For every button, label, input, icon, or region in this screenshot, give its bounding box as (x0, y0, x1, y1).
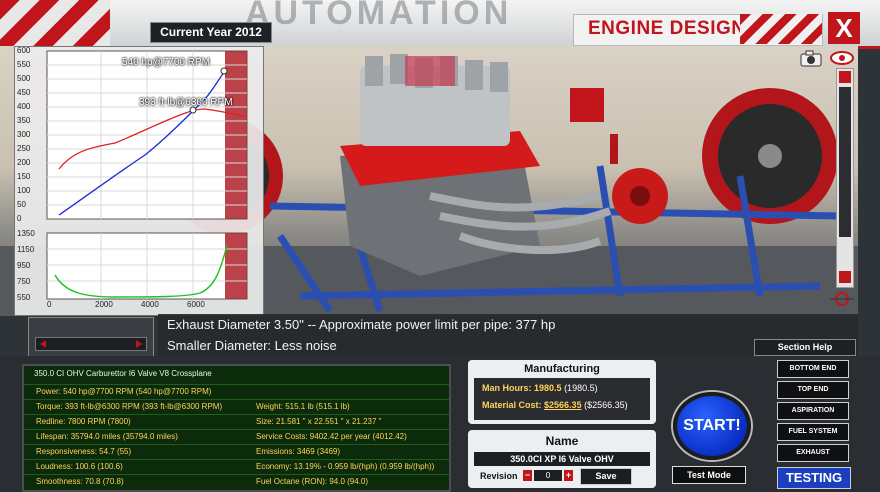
nav-button-aspiration[interactable]: ASPIRATION (777, 402, 849, 420)
scroll-down-arrow-icon[interactable] (839, 271, 851, 283)
manufacturing-title: Manufacturing (524, 363, 600, 375)
y-tick-label: 1150 (17, 245, 35, 254)
revision-decrement-button[interactable]: − (523, 470, 532, 481)
man-hours-paren: (1980.5) (564, 383, 598, 393)
name-title: Name (545, 434, 579, 448)
spec-row: Power: 540 hp@7700 RPM (540 hp@7700 RPM) (24, 384, 449, 397)
x-tick-label: 0 (47, 300, 52, 309)
spec-left-value: Loudness: 100.6 (100.6) (36, 462, 123, 471)
y-tick-label: 50 (17, 200, 26, 209)
spec-right-value: Size: 21.581 " x 22.551 " x 21.237 " (256, 417, 382, 426)
nav-button-bottom-end[interactable]: BOTTOM END (777, 360, 849, 378)
spec-row: Lifespan: 35794.0 miles (35794.0 miles) S… (24, 429, 449, 442)
spec-row: Smoothness: 70.8 (70.8) Fuel Octane (RON)… (24, 474, 449, 487)
y-tick-label: 500 (17, 74, 31, 83)
spec-left-value: Smoothness: 70.8 (70.8) (36, 477, 124, 486)
info-line-2: Smaller Diameter: Less noise (167, 338, 337, 353)
material-cost-value: $2566.35 (544, 400, 582, 410)
page-title: ENGINE DESIGN (588, 18, 746, 39)
section-help-button[interactable]: Section Help (754, 339, 856, 356)
spec-right-value: Emissions: 3469 (3469) (256, 447, 341, 456)
y-tick-label: 300 (17, 130, 31, 139)
spec-row: Responsiveness: 54.7 (55) Emissions: 3469… (24, 444, 449, 457)
spec-left-value: Power: 540 hp@7700 RPM (540 hp@7700 RPM) (36, 387, 212, 396)
engine-name-field[interactable]: 350.0CI XP I6 Valve OHV (474, 452, 650, 466)
current-year: Current Year 2012 (150, 22, 272, 43)
y-tick-label: 200 (17, 158, 31, 167)
y-tick-label: 550 (17, 293, 31, 302)
testing-button[interactable]: TESTING (777, 467, 851, 489)
brand-logo: AUTOMATION (245, 0, 513, 32)
spec-right-value: Weight: 515.1 lb (515.1 lb) (256, 402, 350, 411)
x-tick-label: 4000 (141, 300, 159, 309)
y-tick-label: 1350 (17, 229, 35, 238)
diameter-slider[interactable] (35, 337, 147, 351)
close-button[interactable]: X (828, 12, 860, 44)
x-tick-label: 2000 (95, 300, 113, 309)
nav-button-top-end[interactable]: TOP END (777, 381, 849, 399)
hazard-stripes-left (0, 0, 110, 46)
hazard-stripes-right (740, 14, 822, 44)
spec-left-value: Redline: 7800 RPM (7800) (36, 417, 131, 426)
y-tick-label: 450 (17, 88, 31, 97)
slider-left-arrow-icon[interactable] (40, 340, 46, 348)
revision-increment-button[interactable]: + (564, 470, 573, 481)
test-mode-button[interactable]: Test Mode (672, 466, 746, 484)
start-button[interactable]: START! (673, 392, 751, 460)
spec-row: Redline: 7800 RPM (7800) Size: 21.581 " x… (24, 414, 449, 427)
spec-row: Loudness: 100.6 (100.6) Economy: 13.19% -… (24, 459, 449, 472)
spec-left-value: Responsiveness: 54.7 (55) (36, 447, 132, 456)
camera-icon[interactable] (799, 49, 823, 67)
engine-specs-panel: 350.0 CI OHV Carburettor I6 Valve V8 Cro… (22, 364, 451, 492)
y-tick-label: 400 (17, 102, 31, 111)
info-line-1: Exhaust Diameter 3.50" -- Approximate po… (167, 317, 556, 332)
eye-icon[interactable] (829, 49, 855, 67)
y-tick-label: 600 (17, 46, 31, 55)
power-peak-marker (220, 67, 228, 75)
spec-right-value: Fuel Octane (RON): 94.0 (94.0) (256, 477, 369, 486)
torque-peak-label: 393 ft-lb@6300 RPM (139, 97, 233, 108)
y-tick-label: 100 (17, 186, 31, 195)
performance-graph-panel: 540 hp@7700 RPM 393 ft-lb@6300 RPM 600 55… (14, 46, 264, 316)
spec-left-value: Torque: 393 ft-lb@6300 RPM (393 ft-lb@63… (36, 402, 223, 411)
spec-right-value: Service Costs: 9402.42 per year (4012.42… (256, 432, 407, 441)
man-hours-label: Man Hours: (482, 383, 532, 393)
y-tick-label: 950 (17, 261, 31, 270)
rotate-view-icon[interactable] (830, 290, 854, 308)
scroll-track[interactable] (839, 87, 851, 237)
name-panel: Name 350.0CI XP I6 Valve OHV Revision − … (468, 430, 656, 488)
nav-button-fuel-system[interactable]: FUEL SYSTEM (777, 423, 849, 441)
save-button[interactable]: Save (580, 468, 632, 485)
view-scrollbar[interactable] (836, 68, 854, 288)
scroll-up-arrow-icon[interactable] (839, 71, 851, 83)
y-tick-label: 0 (17, 214, 22, 223)
revision-label: Revision (480, 471, 518, 481)
y-tick-label: 550 (17, 60, 31, 69)
y-tick-label: 750 (17, 277, 31, 286)
nav-button-exhaust[interactable]: EXHAUST (777, 444, 849, 462)
slider-right-arrow-icon[interactable] (136, 340, 142, 348)
dyno-wheel-right (702, 88, 838, 224)
material-cost-label: Material Cost: (482, 400, 542, 410)
spec-left-value: Lifespan: 35794.0 miles (35794.0 miles) (36, 432, 178, 441)
spec-header: 350.0 CI OHV Carburettor I6 Valve V8 Cro… (34, 369, 212, 378)
y-tick-label: 150 (17, 172, 31, 181)
info-strip: Exhaust Diameter 3.50" -- Approximate po… (158, 314, 858, 356)
dyno-charts (46, 50, 248, 300)
manufacturing-values: Man Hours: 1980.5 (1980.5) Material Cost… (474, 378, 650, 420)
slider-panel (28, 317, 154, 357)
y-tick-label: 250 (17, 144, 31, 153)
spec-right-value: Economy: 13.19% - 0.959 lb/(hph) (0.959 … (256, 462, 435, 471)
power-peak-label: 540 hp@7700 RPM (122, 57, 210, 68)
y-tick-label: 350 (17, 116, 31, 125)
material-cost-paren: ($2566.35) (584, 400, 628, 410)
man-hours-value: 1980.5 (534, 383, 562, 393)
revision-value[interactable]: 0 (534, 470, 562, 481)
x-tick-label: 6000 (187, 300, 205, 309)
spec-row: Torque: 393 ft-lb@6300 RPM (393 ft-lb@63… (24, 399, 449, 412)
